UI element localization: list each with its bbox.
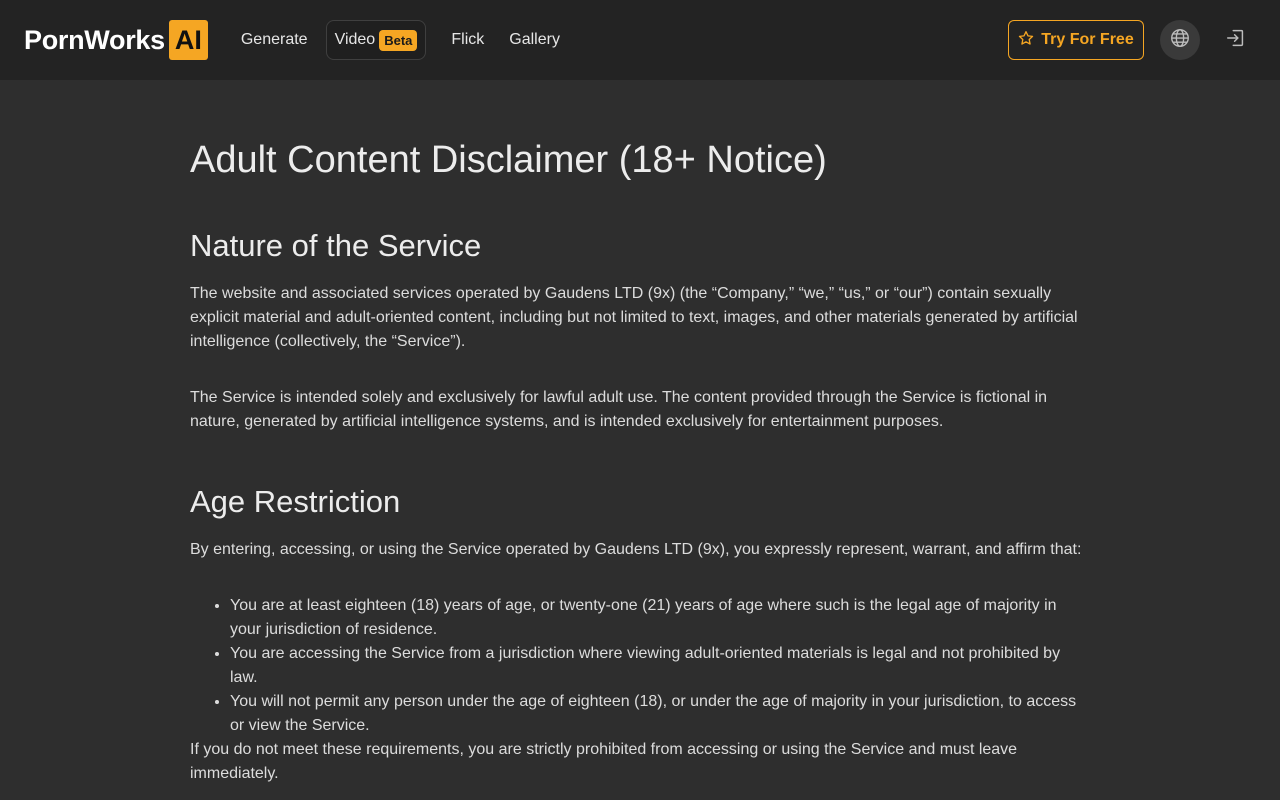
header-actions: Try For Free xyxy=(1008,20,1256,60)
section-heading-nature: Nature of the Service xyxy=(190,228,482,263)
globe-icon xyxy=(1169,27,1191,54)
nature-paragraph-1: The website and associated services oper… xyxy=(190,285,1078,350)
main-nav: Generate Video Beta Flick Gallery xyxy=(230,20,574,60)
nav-generate[interactable]: Generate xyxy=(230,20,319,60)
age-intro-paragraph: By entering, accessing, or using the Ser… xyxy=(190,541,1082,558)
site-logo[interactable]: PornWorks AI xyxy=(24,20,208,60)
nature-paragraph-2: The Service is intended solely and exclu… xyxy=(190,389,1048,430)
beta-badge: Beta xyxy=(379,29,418,51)
disclaimer-content: Adult Content Disclaimer (18+ Notice) Na… xyxy=(190,80,1090,786)
nav-gallery[interactable]: Gallery xyxy=(498,20,571,60)
nav-video[interactable]: Video Beta xyxy=(325,20,427,60)
section-heading-age: Age Restriction xyxy=(190,484,401,519)
page-title: Adult Content Disclaimer (18+ Notice) xyxy=(190,139,827,181)
login-icon xyxy=(1225,27,1247,54)
list-item: You will not permit any person under the… xyxy=(230,690,1090,738)
age-requirements-list: You are at least eighteen (18) years of … xyxy=(190,594,1090,738)
star-icon xyxy=(1018,30,1034,51)
try-for-free-label: Try For Free xyxy=(1041,31,1134,48)
list-item: You are accessing the Service from a jur… xyxy=(230,642,1090,690)
try-for-free-button[interactable]: Try For Free xyxy=(1008,20,1144,60)
nav-gallery-label: Gallery xyxy=(509,31,560,48)
nav-video-label: Video xyxy=(334,31,376,48)
nav-generate-label: Generate xyxy=(240,31,308,48)
top-navigation-bar: PornWorks AI Generate Video Beta Flick G… xyxy=(0,0,1280,80)
nav-flick-label: Flick xyxy=(451,31,485,48)
logo-text: PornWorks xyxy=(24,24,165,55)
language-button[interactable] xyxy=(1160,20,1200,60)
list-item: You are at least eighteen (18) years of … xyxy=(230,594,1090,642)
logo-badge: AI xyxy=(168,20,208,60)
age-outro-paragraph: If you do not meet these requirements, y… xyxy=(190,741,1018,782)
nav-flick[interactable]: Flick xyxy=(440,20,495,60)
login-button[interactable] xyxy=(1216,20,1256,60)
